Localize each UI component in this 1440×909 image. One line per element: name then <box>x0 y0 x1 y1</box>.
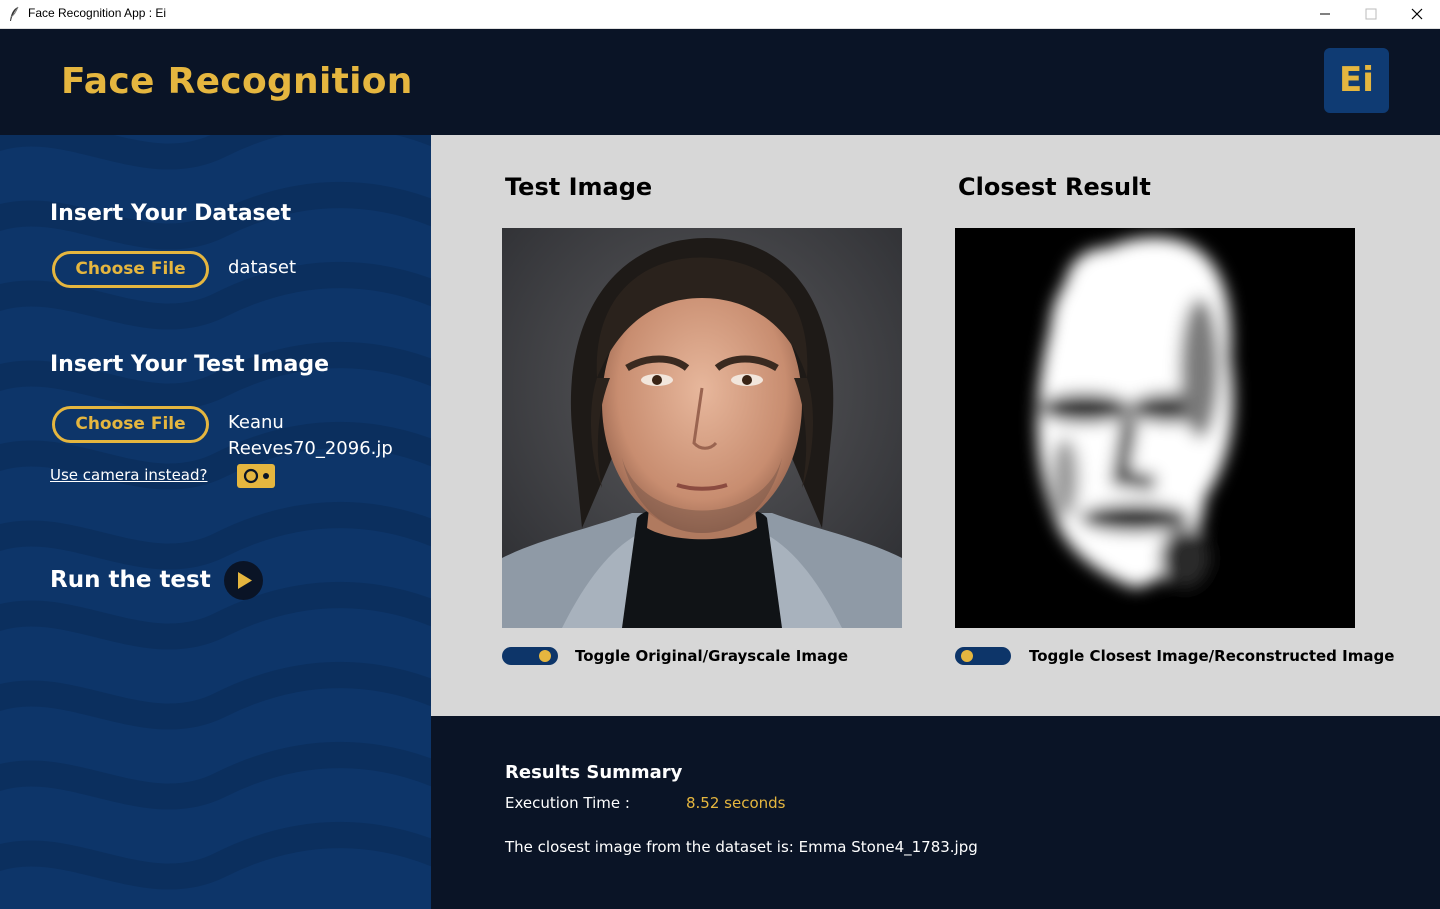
closest-result-image <box>955 228 1355 628</box>
app-header: Face Recognition Ei <box>0 29 1440 135</box>
test-image <box>502 228 902 628</box>
minimize-icon <box>1320 13 1330 15</box>
use-camera-link[interactable]: Use camera instead? <box>50 466 207 484</box>
camera-icon <box>243 468 269 484</box>
execution-time-value: 8.52 seconds <box>686 794 786 812</box>
test-file-line-2: Reeves70_2096.jp <box>228 438 393 459</box>
test-portrait-graphic <box>502 228 902 628</box>
sidebar: Insert Your Dataset Choose File dataset … <box>0 135 431 909</box>
test-image-heading: Insert Your Test Image <box>50 352 329 377</box>
reconstructed-face-graphic <box>955 228 1355 628</box>
feather-icon <box>10 6 19 21</box>
dataset-heading: Insert Your Dataset <box>50 201 292 226</box>
image-panel: Test Image Closest Result Toggle Origina… <box>431 135 1440 716</box>
run-test-button[interactable] <box>224 561 263 600</box>
maximize-icon <box>1365 8 1377 20</box>
minimize-button[interactable] <box>1302 0 1348 29</box>
results-summary: Results Summary Execution Time : 8.52 se… <box>431 716 1440 909</box>
test-file-label: Keanu Reeves70_2096.jp <box>228 410 418 462</box>
camera-button[interactable] <box>237 464 275 488</box>
window-title: Face Recognition App : Ei <box>28 6 167 20</box>
closest-result-title: Closest Result <box>958 173 1151 201</box>
app-title: Face Recognition <box>61 61 413 102</box>
window-titlebar: Face Recognition App : Ei <box>0 0 1440 29</box>
choose-dataset-button[interactable]: Choose File <box>52 251 209 288</box>
play-icon <box>238 572 252 589</box>
test-image-title: Test Image <box>505 173 653 201</box>
close-icon <box>1411 8 1423 20</box>
closest-image-text: The closest image from the dataset is: E… <box>505 838 978 856</box>
dataset-file-label: dataset <box>228 257 297 278</box>
run-test-label: Run the test <box>50 567 211 593</box>
results-title: Results Summary <box>505 762 683 783</box>
choose-test-image-button[interactable]: Choose File <box>52 406 209 443</box>
close-button[interactable] <box>1394 0 1440 29</box>
logo-badge: Ei <box>1324 48 1389 113</box>
grayscale-toggle[interactable] <box>502 647 558 665</box>
maximize-button[interactable] <box>1348 0 1394 29</box>
grayscale-toggle-label: Toggle Original/Grayscale Image <box>575 647 849 665</box>
toggle-knob <box>961 650 973 662</box>
reconstructed-toggle-label: Toggle Closest Image/Reconstructed Image <box>1029 647 1395 665</box>
toggle-knob <box>539 650 551 662</box>
reconstructed-toggle[interactable] <box>955 647 1011 665</box>
execution-time-label: Execution Time : <box>505 794 630 812</box>
test-file-line-1: Keanu <box>228 412 284 433</box>
